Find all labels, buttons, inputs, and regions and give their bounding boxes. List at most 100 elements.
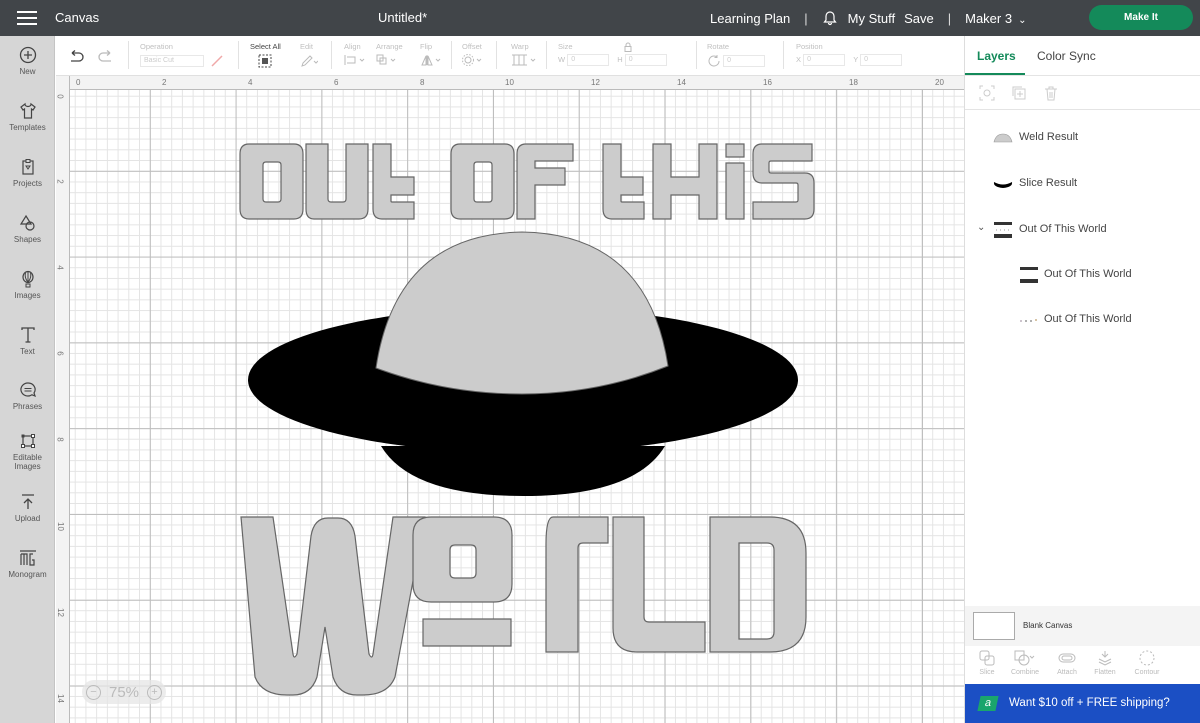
- nav-upload[interactable]: Upload: [0, 493, 55, 523]
- warp-button[interactable]: Warp: [511, 42, 537, 68]
- position-group: Position X 0 Y 0: [796, 42, 903, 66]
- divider: [546, 41, 547, 69]
- ufo-saucer[interactable]: [248, 231, 798, 496]
- align-button[interactable]: Align: [344, 42, 366, 68]
- tool-label: Slice: [979, 669, 995, 676]
- rotate-label: Rotate: [707, 42, 730, 51]
- weld-thumbnail-icon: [993, 133, 1013, 143]
- text-thumbnail-icon: [1020, 267, 1038, 283]
- clipboard-icon: [21, 159, 34, 175]
- nav-label: Text: [20, 347, 35, 356]
- layer-item[interactable]: Slice Result: [965, 164, 1200, 204]
- nav-images[interactable]: Images: [0, 270, 55, 300]
- design-artwork[interactable]: [56, 76, 964, 723]
- layer-group-item[interactable]: ⌄ Out Of This World: [965, 210, 1200, 250]
- y-input[interactable]: 0: [860, 54, 903, 66]
- layer-item[interactable]: Weld Result: [965, 118, 1200, 158]
- trash-icon[interactable]: [1043, 85, 1059, 101]
- offset-label: Offset: [462, 42, 482, 51]
- flip-button[interactable]: Flip: [420, 42, 442, 68]
- bell-icon[interactable]: [822, 10, 838, 26]
- tab-color-sync[interactable]: Color Sync: [1037, 49, 1096, 63]
- left-nav: New Templates Projects Shapes Images Tex…: [0, 36, 55, 723]
- nav-templates[interactable]: Templates: [0, 102, 55, 132]
- make-it-button[interactable]: Make It: [1089, 5, 1193, 30]
- promo-banner[interactable]: a Want $10 off + FREE shipping?: [965, 684, 1200, 723]
- letter-f: [516, 143, 574, 220]
- top-bar: Canvas Untitled* Learning Plan | My Stuf…: [0, 0, 1200, 36]
- rotate-icon: [708, 55, 720, 67]
- learning-plan-link[interactable]: Learning Plan: [710, 11, 790, 26]
- edit-button[interactable]: Edit: [300, 42, 319, 70]
- letter-w: [240, 516, 426, 696]
- dots-thumbnail-icon: [1020, 319, 1037, 322]
- tool-label: Flatten: [1094, 669, 1116, 676]
- save-button[interactable]: Save: [904, 11, 934, 26]
- design-canvas[interactable]: 0 2 4 6 8 10 12 14 16 18 20 0 2 4 6 8 10…: [56, 76, 964, 723]
- monogram-icon: [19, 550, 36, 566]
- promo-badge-icon: a: [977, 696, 999, 711]
- letter-o-underline: [422, 618, 512, 647]
- rotate-input[interactable]: 0: [723, 55, 766, 67]
- tool-label: Attach: [1057, 669, 1077, 676]
- attach-button[interactable]: Attach: [1047, 650, 1087, 676]
- position-label: Position: [796, 42, 823, 51]
- hamburger-menu-icon[interactable]: [17, 11, 37, 25]
- speech-bubble-icon: [19, 382, 36, 398]
- zoom-out-button[interactable]: −: [86, 684, 101, 700]
- arrange-button[interactable]: Arrange: [376, 42, 403, 68]
- operation-label: Operation: [140, 42, 173, 51]
- nav-label: Images: [14, 291, 41, 300]
- nav-label: Editable: [13, 453, 42, 462]
- nav-shapes[interactable]: Shapes: [0, 214, 55, 244]
- layer-child-item[interactable]: Out Of This World: [965, 255, 1200, 295]
- undo-icon[interactable]: [68, 50, 84, 64]
- layer-child-item[interactable]: Out Of This World: [965, 300, 1200, 340]
- slice-icon: [979, 650, 995, 666]
- slice-button[interactable]: Slice: [967, 650, 1007, 676]
- align-icon: [344, 55, 365, 65]
- height-input[interactable]: 0: [624, 54, 667, 66]
- warp-icon: [512, 54, 536, 66]
- letter-l: [612, 516, 706, 653]
- select-all-button[interactable]: Select All: [250, 42, 281, 70]
- nav-phrases[interactable]: Phrases: [0, 381, 55, 411]
- pen-color-swatch-icon[interactable]: [210, 54, 224, 68]
- nav-projects[interactable]: Projects: [0, 158, 55, 188]
- nav-new[interactable]: New: [0, 46, 55, 76]
- text-line-world[interactable]: [240, 516, 807, 696]
- nav-monogram[interactable]: Monogram: [0, 549, 55, 579]
- chevron-down-icon[interactable]: ⌄: [977, 222, 985, 233]
- flatten-button[interactable]: Flatten: [1085, 650, 1125, 676]
- ufo-dome: [375, 231, 669, 395]
- operation-select[interactable]: Basic Cut: [140, 55, 204, 67]
- nav-editable-images[interactable]: Editable Images: [0, 432, 55, 471]
- duplicate-icon[interactable]: [1011, 85, 1027, 101]
- document-title[interactable]: Untitled*: [378, 10, 427, 25]
- zoom-in-button[interactable]: +: [147, 684, 162, 700]
- width-input[interactable]: 0: [567, 54, 610, 66]
- y-label: Y: [853, 54, 859, 64]
- combine-button[interactable]: Combine: [1005, 650, 1045, 676]
- text-line-out-of-this[interactable]: [239, 143, 815, 220]
- rotate-group: Rotate 0: [707, 42, 766, 68]
- lock-icon[interactable]: [623, 42, 633, 52]
- letter-o-small: [412, 516, 513, 603]
- flatten-icon: [1098, 651, 1112, 666]
- group-icon[interactable]: [979, 85, 995, 101]
- offset-button[interactable]: Offset: [462, 42, 484, 68]
- blank-canvas-swatch[interactable]: [973, 612, 1015, 640]
- layer-label: Slice Result: [1019, 177, 1078, 189]
- nav-label: Phrases: [12, 402, 43, 411]
- blank-canvas-row[interactable]: Blank Canvas: [965, 606, 1200, 646]
- x-input[interactable]: 0: [803, 54, 846, 66]
- edit-toolbar: Operation Basic Cut Select All Edit Alig…: [56, 36, 964, 76]
- chevron-down-icon: ⌄: [1018, 14, 1027, 26]
- separator: |: [947, 10, 952, 26]
- my-stuff-link[interactable]: My Stuff: [848, 11, 895, 26]
- machine-selector[interactable]: Maker 3 ⌄: [965, 11, 1026, 26]
- redo-icon[interactable]: [98, 50, 114, 64]
- tab-layers[interactable]: Layers: [977, 49, 1016, 63]
- nav-text[interactable]: Text: [0, 326, 55, 356]
- contour-button[interactable]: Contour: [1127, 650, 1167, 676]
